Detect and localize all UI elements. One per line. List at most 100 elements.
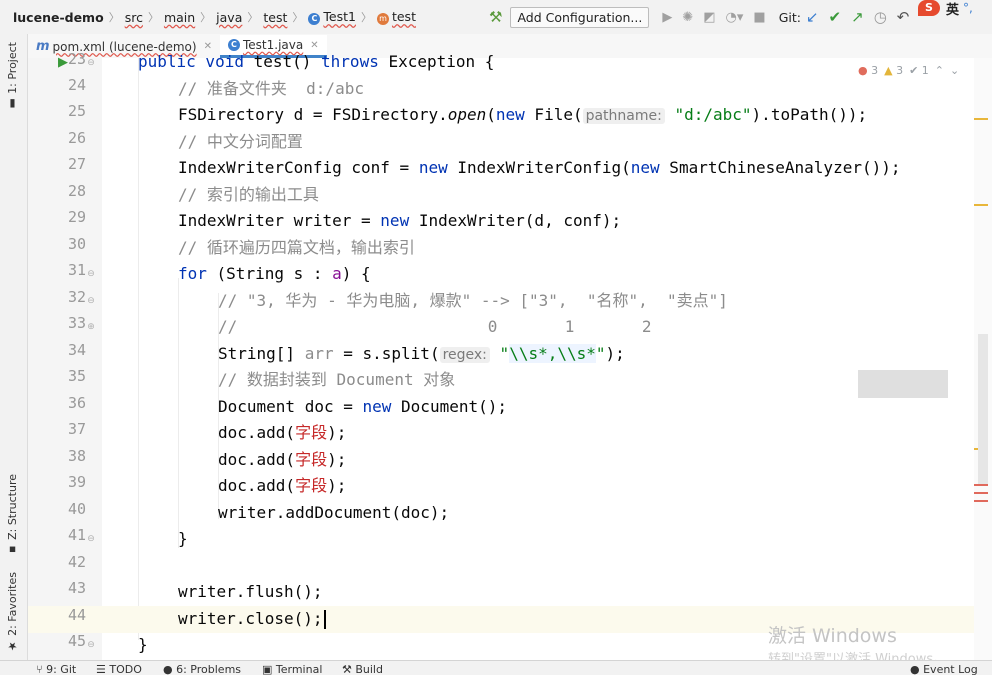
code-line: 26 // 中文分词配置 (28, 129, 974, 156)
breadcrumb-java[interactable]: java (213, 10, 245, 25)
run-gutter-icon[interactable]: ▶ (58, 55, 68, 70)
stop-icon[interactable]: ■ (753, 10, 765, 25)
warning-count-value: 3 (896, 64, 904, 77)
breadcrumb-class[interactable]: C Test1 (305, 9, 359, 25)
event-log-button[interactable]: ● Event Log (910, 664, 978, 675)
status-bar: ⑂ 9: Git ☰ TODO ● 6: Problems ▣ Terminal… (0, 660, 992, 675)
parameter-hint: pathname: (582, 108, 665, 124)
ime-toolbar[interactable]: S 英 °, (918, 0, 973, 18)
warning-marker[interactable] (974, 204, 988, 206)
history-icon[interactable]: ◷ (874, 8, 887, 26)
code-line: 25 FSDirectory d = FSDirectory.open(new … (28, 102, 974, 129)
fold-icon[interactable]: ⊖ (86, 534, 96, 545)
line-number: 26 (67, 129, 86, 147)
code-line: 41 ⊖ } (28, 526, 974, 553)
fold-icon[interactable]: ⊖ (86, 640, 96, 651)
breadcrumb-test[interactable]: test (260, 10, 290, 25)
git-commit-icon[interactable]: ✔ (829, 8, 842, 26)
warning-marker[interactable] (974, 118, 988, 120)
code-comment: // 中文分词配置 (178, 132, 303, 151)
structure-tool-tab-label: Z: Structure (6, 474, 19, 540)
code-comment: // 数据封装到 Document 对象 (218, 370, 456, 389)
todo-tool-label: TODO (109, 663, 142, 675)
chevron-right-icon: 〉 (360, 11, 372, 24)
project-tool-tab[interactable]: ▮ 1: Project (6, 42, 19, 110)
breadcrumb-main[interactable]: main (161, 10, 198, 25)
code-text: IndexWriterConfig conf = new IndexWriter… (178, 155, 901, 181)
coverage-icon[interactable]: ◩ (703, 10, 715, 25)
debug-icon[interactable]: ✺ (682, 10, 693, 25)
chevron-right-icon: 〉 (147, 11, 159, 24)
todo-tool-button[interactable]: ☰ TODO (96, 664, 142, 675)
breadcrumb-project[interactable]: lucene-demo (10, 10, 107, 25)
code-line: 33 ⊕ // 0 1 2 (28, 314, 974, 341)
line-number: 28 (67, 182, 86, 200)
error-token: 字段 (295, 450, 328, 469)
code-text: IndexWriter writer = new IndexWriter(d, … (178, 208, 621, 234)
add-configuration-button[interactable]: Add Configuration... (510, 6, 650, 28)
breadcrumb-method[interactable]: m test (374, 9, 419, 25)
git-update-icon[interactable]: ↙ (806, 8, 819, 26)
fold-icon[interactable]: ⊖ (86, 296, 96, 307)
breadcrumb-src[interactable]: src (122, 10, 146, 25)
code-token: (String s : (206, 264, 333, 283)
favorites-tool-tab[interactable]: ★ 2: Favorites (6, 572, 19, 652)
error-count: ● 3 (858, 64, 878, 77)
chevron-right-icon: 〉 (292, 11, 304, 24)
error-marker[interactable] (974, 500, 988, 502)
method-icon: m (376, 13, 389, 25)
keyword: for (178, 264, 207, 283)
field-reference: a (332, 264, 342, 283)
code-token: ( (486, 105, 496, 124)
code-line: 29 IndexWriter writer = new IndexWriter(… (28, 208, 974, 235)
rollback-icon[interactable]: ↶ (897, 8, 910, 26)
code-text: doc.add(字段); (218, 447, 346, 473)
git-tool-label: 9: Git (46, 663, 77, 675)
profile-icon[interactable]: ◔▾ (726, 10, 744, 25)
chevron-right-icon: 〉 (108, 11, 120, 24)
chevron-up-icon[interactable]: ⌃ (935, 64, 944, 77)
git-push-icon[interactable]: ↗ (851, 8, 864, 26)
string-literal: " (595, 344, 606, 363)
fold-icon[interactable]: ⊕ (86, 322, 96, 333)
project-tool-tab-label: 1: Project (6, 42, 19, 94)
line-number: 37 (67, 420, 86, 438)
code-token: IndexWriter writer = (178, 211, 381, 230)
error-marker[interactable] (974, 484, 988, 486)
run-icon[interactable]: ▶ (662, 10, 672, 25)
folder-icon: ▮ (6, 93, 19, 111)
build-hammer-icon[interactable]: ⚒ (489, 8, 502, 26)
line-number: 41 (67, 526, 86, 544)
inspection-widget[interactable]: ● 3 ▲ 3 ✔ 1 ⌃ ⌄ (858, 64, 959, 77)
scrollbar-thumb[interactable] (978, 334, 988, 484)
code-token: FSDirectory d = FSDirectory. (178, 105, 448, 124)
fold-icon[interactable]: ⊖ (86, 58, 96, 69)
weak-warning-icon: ✔ (909, 64, 919, 77)
error-stripe[interactable] (974, 58, 992, 660)
chevron-down-icon[interactable]: ⌄ (950, 64, 959, 77)
build-tool-button[interactable]: ⚒ Build (342, 664, 383, 675)
code-text: doc.add(字段); (218, 473, 346, 499)
structure-tool-tab[interactable]: ▪ Z: Structure (6, 474, 19, 556)
line-number: 38 (67, 447, 86, 465)
git-label: Git: (778, 9, 801, 25)
error-icon: ● (858, 64, 868, 77)
error-marker[interactable] (974, 492, 988, 494)
string-literal: "d:/abc" (674, 105, 752, 124)
problems-tool-button[interactable]: ● 6: Problems (163, 664, 241, 675)
code-line: 27 IndexWriterConfig conf = new IndexWri… (28, 155, 974, 182)
code-text: } (138, 635, 148, 654)
string-literal: " (499, 344, 510, 363)
code-token: open (447, 105, 487, 124)
keyword: new (362, 397, 392, 416)
terminal-tool-button[interactable]: ▣ Terminal (262, 664, 322, 675)
code-token: IndexWriterConfig conf = (178, 158, 419, 177)
code-token: ).toPath()); (751, 105, 868, 124)
fold-icon[interactable]: ⊖ (86, 269, 96, 280)
code-line: 35 // 数据封装到 Document 对象 (28, 367, 974, 394)
line-number: 42 (67, 553, 86, 571)
line-number: 24 (67, 76, 86, 94)
code-token: File( (524, 105, 583, 124)
weak-warning-count: ✔ 1 (909, 64, 929, 77)
git-tool-button[interactable]: ⑂ 9: Git (36, 664, 76, 675)
